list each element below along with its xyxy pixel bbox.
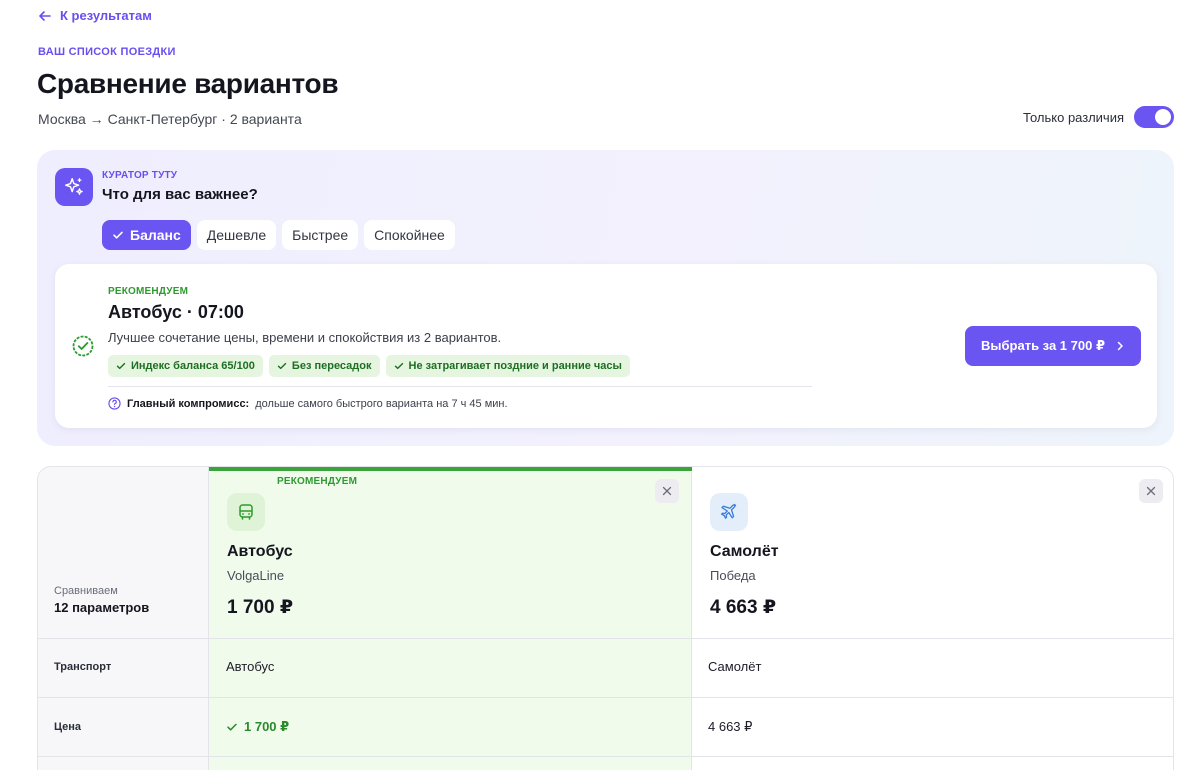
check-icon xyxy=(277,362,287,370)
question-circle-icon xyxy=(108,397,121,410)
back-label: К результатам xyxy=(60,8,152,23)
plane-transport-value: Самолёт xyxy=(708,659,761,674)
chip-label: Спокойнее xyxy=(374,227,445,243)
params-count: 12 параметров xyxy=(54,600,150,615)
chip-label: Дешевле xyxy=(206,227,267,243)
bus-price: 1 700 ₽ xyxy=(227,597,294,618)
recommended-highlight-bar xyxy=(209,467,692,471)
switch-knob xyxy=(1155,109,1171,125)
chip-faster[interactable]: Быстрее xyxy=(282,220,359,250)
check-icon xyxy=(394,362,403,370)
chip-label: Быстрее xyxy=(292,227,349,243)
row-divider xyxy=(38,756,1173,757)
plane-icon xyxy=(710,493,748,531)
only-differences-switch[interactable] xyxy=(1134,106,1174,128)
bus-transport-value: Автобус xyxy=(226,659,274,674)
plane-name: Самолёт xyxy=(710,543,779,560)
bus-price-value: 1 700 ₽ xyxy=(226,719,289,735)
recommendation-title: Автобус · 07:00 xyxy=(108,302,244,322)
recommendation-description: Лучшее сочетание цены, времени и спокойс… xyxy=(108,330,502,345)
tradeoff-label: Главный компромисс: xyxy=(127,397,250,410)
main-tradeoff: Главный компромисс: дольше самого быстро… xyxy=(108,397,508,410)
badge-check-icon xyxy=(72,335,94,357)
curator-panel: КУРАТОР ТУТУ Что для вас важнее? Баланс … xyxy=(37,150,1174,446)
plane-carrier: Победа xyxy=(710,568,756,583)
chip-calmer[interactable]: Спокойнее xyxy=(364,220,455,250)
priority-chips: Баланс Дешевле Быстрее Спокойнее xyxy=(102,220,455,250)
tag-label: Индекс баланса 65/100 xyxy=(131,360,255,372)
row-label-price: Цена xyxy=(54,721,82,733)
tradeoff-text: дольше самого быстрого варианта на 7 ч 4… xyxy=(255,397,508,410)
cell-text: 4 663 ₽ xyxy=(708,719,753,734)
choose-button-label: Выбрать за 1 700 ₽ xyxy=(981,338,1105,353)
curator-eyebrow: КУРАТОР ТУТУ xyxy=(102,170,178,181)
plane-option-column: Самолёт Победа 4 663 ₽ xyxy=(692,467,1173,770)
page-title: Сравнение вариантов xyxy=(37,68,339,99)
check-icon xyxy=(227,723,237,731)
tag-balance-index: Индекс баланса 65/100 xyxy=(108,355,263,377)
tag-label: Без пересадок xyxy=(291,360,372,372)
recommend-eyebrow: РЕКОМЕНДУЕМ xyxy=(108,286,189,297)
remove-plane-button[interactable] xyxy=(1139,479,1163,503)
chip-label: Баланс xyxy=(130,227,181,243)
remove-bus-button[interactable] xyxy=(655,479,679,503)
close-icon xyxy=(1146,486,1156,496)
bus-icon xyxy=(227,493,265,531)
plane-price: 4 663 ₽ xyxy=(710,597,777,618)
arrow-left-icon xyxy=(39,10,51,21)
close-icon xyxy=(662,486,672,496)
cell-text: Автобус xyxy=(226,659,275,674)
bus-name: Автобус xyxy=(227,543,293,560)
tag-no-late-early-hours: Не затрагивает поздние и ранние часы xyxy=(385,355,630,377)
sparkles-icon xyxy=(55,168,93,206)
only-differences-toggle: Только различия xyxy=(1023,106,1174,128)
page-eyebrow: ВАШ СПИСОК ПОЕЗДКИ xyxy=(38,46,176,58)
row-divider xyxy=(38,638,1173,639)
cell-text: 1 700 ₽ xyxy=(244,719,290,734)
chevron-right-icon xyxy=(1117,341,1123,351)
tag-label: Не затрагивает поздние и ранние часы xyxy=(408,360,622,372)
row-label-transport: Транспорт xyxy=(54,661,112,673)
chip-cheaper[interactable]: Дешевле xyxy=(196,220,277,250)
tag-no-transfers: Без пересадок xyxy=(268,355,380,377)
plane-price-value: 4 663 ₽ xyxy=(708,719,752,735)
curator-question: Что для вас важнее? xyxy=(102,186,258,203)
cell-text: Самолёт xyxy=(708,659,762,674)
back-to-results-link[interactable]: К результатам xyxy=(38,8,152,23)
bus-carrier: VolgaLine xyxy=(227,568,285,583)
recommendation-tags: Индекс баланса 65/100 Без пересадок Не з… xyxy=(108,355,630,377)
comparison-table: Сравниваем 12 параметров РЕКОМЕНДУЕМ Авт… xyxy=(37,466,1174,770)
recommendation-card: РЕКОМЕНДУЕМ Автобус · 07:00 Лучшее сочет… xyxy=(55,264,1157,428)
chip-balance[interactable]: Баланс xyxy=(102,220,191,250)
row-divider xyxy=(38,697,1173,698)
divider xyxy=(108,386,812,387)
comparing-caption: Сравниваем xyxy=(54,585,118,597)
choose-recommended-button[interactable]: Выбрать за 1 700 ₽ xyxy=(965,326,1141,366)
check-icon xyxy=(113,231,123,239)
route-subtitle: Москва → Санкт-Петербург · 2 варианта xyxy=(38,111,302,127)
toggle-label: Только различия xyxy=(1023,109,1124,125)
recommended-badge: РЕКОМЕНДУЕМ xyxy=(277,476,358,487)
check-icon xyxy=(116,362,126,370)
